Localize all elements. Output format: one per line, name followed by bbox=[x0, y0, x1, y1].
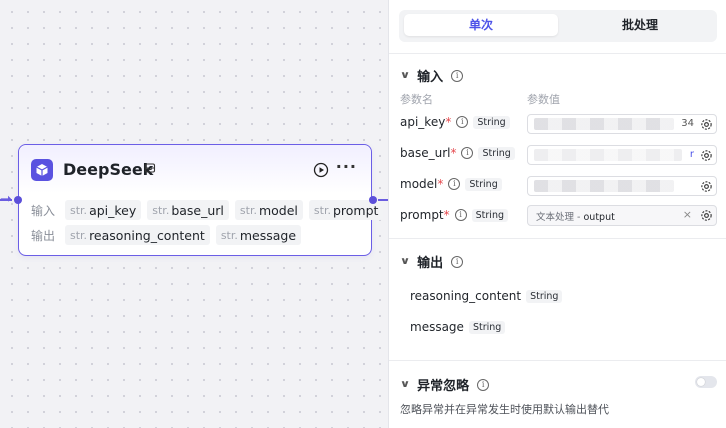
masked-value bbox=[534, 149, 682, 161]
param-api-key: api_key* i String bbox=[400, 115, 510, 129]
node-config-panel: 单次 批处理 ∨ 输入 i 参数名 参数值 api_key* i String … bbox=[388, 0, 726, 428]
tab-single[interactable]: 单次 bbox=[404, 14, 558, 36]
output-item-message: message String bbox=[410, 320, 506, 334]
outputs-label: 输出 bbox=[31, 228, 56, 243]
input-chip-api-key: str. api_key bbox=[65, 200, 142, 220]
info-icon[interactable]: i bbox=[456, 116, 469, 128]
type-badge: String bbox=[468, 320, 506, 334]
clear-icon[interactable]: × bbox=[683, 208, 692, 221]
inputs-label: 输入 bbox=[31, 203, 56, 218]
param-name: prompt* bbox=[400, 208, 450, 222]
ignore-error-toggle[interactable] bbox=[695, 376, 717, 388]
output-item-reasoning-content: reasoning_content String bbox=[410, 289, 563, 303]
input-section-header[interactable]: ∨ 输入 i bbox=[400, 66, 464, 85]
param-name: base_url* bbox=[400, 146, 457, 160]
info-icon[interactable]: i bbox=[477, 378, 490, 391]
arrow-right-icon: ➝ bbox=[0, 191, 12, 207]
divider bbox=[389, 238, 726, 239]
gear-icon[interactable] bbox=[700, 149, 713, 162]
run-mode-tabs: 单次 批处理 bbox=[399, 10, 717, 42]
param-prompt: prompt* i String bbox=[400, 208, 508, 222]
node-title: DeepSeek bbox=[63, 160, 154, 179]
output-name: message bbox=[410, 320, 464, 334]
info-icon[interactable]: i bbox=[451, 255, 464, 268]
value-tail: 34 bbox=[681, 118, 694, 129]
chevron-down-icon[interactable]: ∨ bbox=[400, 256, 411, 267]
input-port[interactable] bbox=[14, 196, 22, 204]
model-field[interactable] bbox=[527, 176, 717, 196]
outgoing-edge bbox=[378, 199, 388, 201]
type-badge: String bbox=[478, 146, 515, 160]
output-chip-message: str. message bbox=[215, 225, 302, 245]
divider bbox=[389, 360, 726, 361]
value-tail: r bbox=[689, 149, 694, 160]
output-name: reasoning_content bbox=[410, 289, 522, 303]
param-name: model* bbox=[400, 177, 444, 191]
type-badge: String bbox=[526, 289, 563, 303]
deepseek-logo-icon bbox=[31, 159, 53, 181]
node-outputs-row: 输出 str. reasoning_content str. message bbox=[31, 225, 302, 245]
info-icon[interactable]: i bbox=[448, 178, 461, 190]
more-icon[interactable]: ··· bbox=[336, 159, 357, 175]
output-chip-reasoning-content: str. reasoning_content bbox=[65, 225, 210, 245]
output-section-header[interactable]: ∨ 输出 i bbox=[400, 252, 464, 271]
reference-value: 文本处理 - output bbox=[536, 212, 615, 223]
workflow-canvas[interactable]: ➝ DeepSeek ··· 输入 str. api_key str. base… bbox=[0, 0, 388, 428]
info-icon[interactable]: i bbox=[454, 209, 467, 221]
badge-icon bbox=[144, 162, 156, 174]
tab-batch[interactable]: 批处理 bbox=[563, 14, 717, 36]
base-url-field[interactable]: r bbox=[527, 145, 717, 165]
gear-icon[interactable] bbox=[700, 209, 713, 222]
param-name: api_key* bbox=[400, 115, 452, 129]
masked-value bbox=[534, 180, 674, 192]
api-key-field[interactable]: 34 bbox=[527, 114, 717, 134]
error-section-header[interactable]: ∨ 异常忽略 i bbox=[400, 375, 490, 394]
input-section-title: 输入 bbox=[417, 70, 444, 85]
prompt-field[interactable]: 文本处理 - output × bbox=[527, 205, 717, 226]
gear-icon[interactable] bbox=[700, 118, 713, 131]
output-port[interactable] bbox=[369, 196, 377, 204]
param-model: model* i String bbox=[400, 177, 502, 191]
output-section-title: 输出 bbox=[417, 256, 444, 271]
type-badge: String bbox=[465, 177, 502, 191]
type-badge: String bbox=[471, 208, 508, 222]
masked-value bbox=[534, 118, 674, 130]
divider bbox=[389, 53, 726, 54]
param-name-header: 参数名 bbox=[400, 93, 433, 106]
info-icon[interactable]: i bbox=[461, 147, 474, 159]
input-chip-model: str. model bbox=[234, 200, 303, 220]
param-base-url: base_url* i String bbox=[400, 146, 515, 160]
error-section-title: 异常忽略 bbox=[417, 379, 470, 394]
chevron-down-icon[interactable]: ∨ bbox=[400, 379, 411, 390]
info-icon[interactable]: i bbox=[451, 69, 464, 82]
input-chip-base-url: str. base_url bbox=[147, 200, 229, 220]
param-value-header: 参数值 bbox=[527, 93, 560, 106]
node-inputs-row: 输入 str. api_key str. base_url str. model st… bbox=[31, 200, 384, 220]
error-section-description: 忽略异常并在异常发生时使用默认输出替代 bbox=[400, 403, 609, 416]
run-icon[interactable] bbox=[313, 162, 329, 178]
chevron-down-icon[interactable]: ∨ bbox=[400, 70, 411, 81]
gear-icon[interactable] bbox=[700, 180, 713, 193]
type-badge: String bbox=[473, 115, 510, 129]
deepseek-node[interactable]: DeepSeek ··· 输入 str. api_key str. base_url… bbox=[18, 144, 384, 256]
